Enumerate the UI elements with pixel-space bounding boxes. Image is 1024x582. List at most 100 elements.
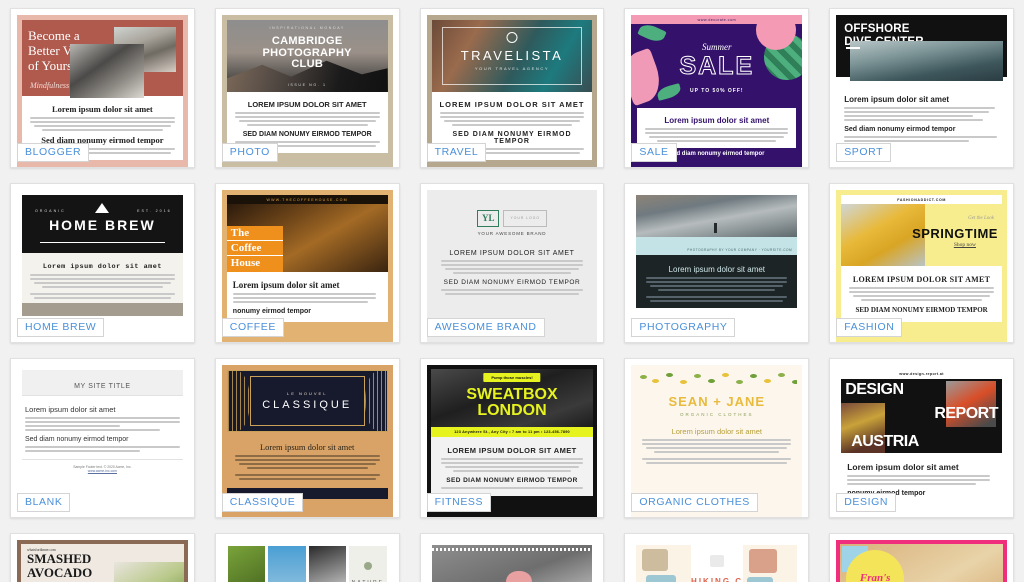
site-header: MY SITE TITLE [22,370,183,396]
template-cell: www.decorate.com Summer SALE UP TO 50% O… [614,0,819,175]
baby-feet-graphic [505,571,532,582]
body-title: LOREM IPSUM DOLOR SIT AMET [247,100,367,109]
site-title: MY SITE TITLE [74,383,131,390]
template-cell: TRAVELISTA YOUR TRAVEL AGENCY LOREM IPSU… [410,0,615,175]
hero-title: SEAN + JANE [668,394,766,409]
hero-title: HIKING.CO [691,577,752,582]
header-url: FASHIONADDICT.COM [841,195,1002,204]
template-label-home-brew[interactable]: HOME BREW [17,317,105,337]
body-section: Lorem ipsum dolor sit amet nonumy eirmod… [226,272,388,322]
template-card-travel[interactable]: TRAVELISTA YOUR TRAVEL AGENCY LOREM IPSU… [419,8,605,168]
footer-link[interactable]: www.acme-inc.com [88,469,117,473]
template-cell: OFFSHORE DIVE CENTER Lorem ipsum dolor s… [819,0,1024,175]
hero-banner: Become a Better Version of Yourself Mind… [22,20,183,98]
template-card-blank[interactable]: MY SITE TITLE Lorem ipsum dolor sit amet… [10,358,195,518]
body-subtitle: nonumy eirmod tempor [232,308,311,315]
template-label-fitness[interactable]: FITNESS [426,492,492,512]
template-cell: www.design-report.at DESIGN REPORT AUSTR… [819,350,1024,525]
logo-row: YL YOUR LOGO [435,210,590,227]
figure-silhouette [713,223,717,233]
body-title: LOREM IPSUM DOLOR SIT AMET [449,250,575,257]
template-card-frans[interactable]: Fran's [829,533,1014,582]
body-title: Lorem ipsum dolor sit amet [25,405,116,414]
hero-banner: Pump those muscles! SWEATBOX LONDON 123 … [430,369,594,437]
template-label-photography[interactable]: PHOTOGRAPHY [631,317,736,337]
template-card-home-brew[interactable]: ORGANIC EST. 2016 HOME BREW Lorem ipsum … [10,183,195,343]
hero-kicker: Get the Look [968,216,994,221]
template-thumbnail [426,540,598,582]
template-card-sale[interactable]: www.decorate.com Summer SALE UP TO 50% O… [624,8,810,168]
template-label-photo[interactable]: PHOTO [221,142,278,162]
template-gallery-grid: Become a Better Version of Yourself Mind… [0,0,1024,582]
body-section: Lorem ipsum dolor sit amet nonumy eirmod… [841,453,1002,497]
template-label-blank[interactable]: BLANK [17,492,71,512]
template-card-avocado[interactable]: whatsfordinner.com SMASHED AVOCADO [10,533,195,582]
template-label-coffee[interactable]: COFFEE [221,317,284,337]
template-cell: INSPIRATIONAL MONDAY CAMBRIDGE PHOTOGRAP… [205,0,410,175]
template-label-classique[interactable]: CLASSIQUE [221,492,304,512]
template-cell: NATURE [205,525,410,582]
hero-banner: The Coffee House [226,204,388,272]
body-title: Lorem ipsum dolor sit amet [847,462,959,472]
template-thumbnail: whatsfordinner.com SMASHED AVOCADO [17,540,188,582]
template-card-organic-clothes[interactable]: SEAN + JANE ORGANIC CLOTHES Lorem ipsum … [624,358,810,518]
body-title: Lorem ipsum dolor sit amet [232,280,340,290]
body-title: LOREM IPSUM DOLOR SIT AMET [447,446,577,455]
hero-title-2: REPORT [934,405,998,422]
template-label-sport[interactable]: SPORT [836,142,892,162]
hero-banner: LE NOUVEL CLASSIQUE [226,370,388,432]
hero-title-1: CAMBRIDGE [271,35,343,47]
shop-now-link[interactable]: Shop now [954,242,976,248]
header-url: www.decorate.com [631,15,803,24]
template-cell: HIKING.CO [614,525,819,582]
template-card-nature[interactable]: NATURE [214,533,400,582]
brand-block: HIKING.CO [691,545,752,582]
template-card-photo[interactable]: INSPIRATIONAL MONDAY CAMBRIDGE PHOTOGRAP… [214,8,400,168]
hero-photo [636,195,798,237]
template-label-travel[interactable]: TRAVEL [426,142,487,162]
hero-title-1: DESIGN [845,381,904,398]
template-card-baby[interactable] [419,533,605,582]
accent-rule [40,242,165,243]
template-card-fashion[interactable]: FASHIONADDICT.COM Get the Look SPRINGTIM… [829,183,1014,343]
template-cell: Become a Better Version of Yourself Mind… [0,0,205,175]
template-card-coffee[interactable]: WWW.THECOFFEEHOUSE.COM The Coffee House … [214,183,400,343]
hero-title-2: AVOCADO [27,565,93,580]
template-label-sale[interactable]: SALE [631,142,677,162]
template-card-awesome-brand[interactable]: YL YOUR LOGO YOUR AWESOME BRAND LOREM IP… [419,183,605,343]
hero-title-1: SWEATBOX [466,386,558,403]
hero-photo-center [70,44,144,98]
body-section: Lorem ipsum dolor sit amet Sed diam nonu… [836,77,1007,142]
hero-banner: Get the Look SPRINGTIME Shop now [841,204,1002,266]
template-card-photography[interactable]: PHOTOGRAPHY BY YOUR COMPANY · YOURSITE.C… [624,183,810,343]
floral-border [636,370,798,390]
template-label-awesome-brand[interactable]: AWESOME BRAND [426,317,545,337]
template-card-design[interactable]: www.design-report.at DESIGN REPORT AUSTR… [829,358,1014,518]
hero-title: SPRINGTIME [912,226,998,241]
hero-banner: ORGANIC EST. 2016 HOME BREW [22,195,183,253]
template-card-fitness[interactable]: Pump those muscles! SWEATBOX LONDON 123 … [419,358,605,518]
template-label-design[interactable]: DESIGN [836,492,897,512]
template-card-blogger[interactable]: Become a Better Version of Yourself Mind… [10,8,195,168]
hero-title-2: Coffee [226,241,283,256]
template-card-sport[interactable]: OFFSHORE DIVE CENTER Lorem ipsum dolor s… [829,8,1014,168]
body-section: Lorem ipsum dolor sit amet Sed diam nonu… [22,396,183,459]
template-label-fashion[interactable]: FASHION [836,317,903,337]
template-label-organic-clothes[interactable]: ORGANIC CLOTHES [631,492,758,512]
body-title: LOREM IPSUM DOLOR SIT AMET [439,100,585,109]
body-title: Lorem ipsum dolor sit amet [671,427,763,436]
header-url: WWW.THECOFFEEHOUSE.COM [226,195,388,204]
body-title: Lorem ipsum dolor sit amet [42,263,162,271]
template-label-blogger[interactable]: BLOGGER [17,142,90,162]
body-section: Lorem ipsum dolor sit amet [636,255,798,308]
hero-photo [850,41,1003,81]
template-card-hiking[interactable]: HIKING.CO [624,533,810,582]
template-cell: whatsfordinner.com SMASHED AVOCADO [0,525,205,582]
promo-text: UP TO 50% OFF! [690,88,744,94]
template-cell: Fran's [819,525,1024,582]
template-card-classique[interactable]: LE NOUVEL CLASSIQUE Lorem ipsum dolor si… [214,358,400,518]
hero-subtitle: YOUR TRAVEL AGENCY [474,66,550,71]
tree-icon [363,562,372,570]
hero-kicker-right: EST. 2016 [137,209,172,213]
hero-banner: DESIGN REPORT AUSTRIA [841,379,1002,453]
